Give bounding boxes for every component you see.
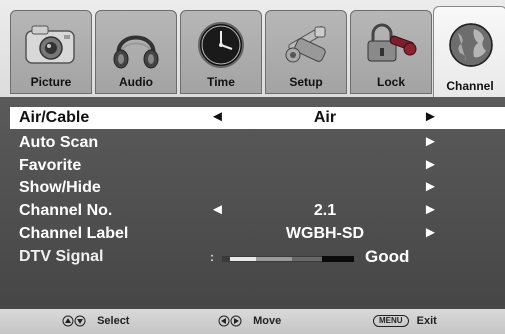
- channel-no-value: 2.1: [313, 202, 337, 219]
- right-arrow-icon[interactable]: ►: [423, 224, 438, 241]
- select-label: Select: [97, 315, 130, 327]
- move-label: Move: [253, 315, 282, 327]
- tab-label: Picture: [30, 75, 72, 89]
- menu-item-label: Show/Hide: [19, 179, 101, 196]
- camera-icon: [25, 25, 75, 64]
- tab-time[interactable]: Time: [180, 10, 262, 94]
- channel-label-value: WGBH-SD: [285, 225, 365, 242]
- menu-item-label: DTV Signal: [19, 248, 104, 265]
- tab-label: Time: [207, 75, 235, 89]
- signal-prefix: :: [210, 250, 214, 264]
- channel-menu: Air/Cable ◄ Air ► Auto Scan ► Favorite ►…: [0, 97, 505, 309]
- right-arrow-icon[interactable]: ►: [423, 133, 438, 150]
- help-move: Move: [218, 315, 281, 327]
- lock-key-icon: [367, 23, 417, 62]
- clock-icon: [198, 22, 244, 68]
- menu-item-label: Favorite: [19, 157, 82, 174]
- right-arrow-icon[interactable]: ►: [423, 156, 438, 173]
- right-arrow-icon[interactable]: ►: [423, 108, 438, 125]
- menu-key-icon: MENU: [373, 315, 409, 328]
- left-arrow-icon[interactable]: ◄: [210, 201, 225, 218]
- tab-lock[interactable]: Lock: [350, 10, 432, 94]
- menu-item-label: Channel Label: [19, 225, 129, 242]
- tab-label: Channel: [446, 79, 494, 93]
- setup-tools-icon: [285, 26, 326, 63]
- tab-label: Setup: [289, 75, 323, 89]
- help-exit: MENU Exit: [373, 315, 437, 328]
- tab-channel[interactable]: Channel: [433, 6, 505, 97]
- menu-item-label: Auto Scan: [19, 134, 99, 151]
- menu-item-channel-label[interactable]: Channel Label WGBH-SD ►: [10, 223, 505, 245]
- right-arrow-icon[interactable]: ►: [423, 178, 438, 195]
- menu-item-label: Air/Cable: [19, 109, 90, 126]
- tab-audio[interactable]: Audio: [95, 10, 177, 94]
- headphones-icon: [113, 35, 159, 69]
- menu-item-auto-scan[interactable]: Auto Scan ►: [10, 132, 505, 154]
- menu-item-air-cable[interactable]: Air/Cable ◄ Air ►: [10, 107, 505, 129]
- up-down-buttons-icon: [62, 315, 86, 327]
- menu-item-channel-no[interactable]: Channel No. ◄ 2.1 ►: [10, 200, 505, 222]
- globe-icon: [449, 23, 493, 67]
- tab-bar: Picture Audio Time Setup Lock Channel: [0, 0, 505, 97]
- signal-strength-bar: [222, 256, 354, 262]
- menu-item-label: Channel No.: [19, 202, 113, 219]
- signal-status: Good: [365, 247, 410, 266]
- left-arrow-icon[interactable]: ◄: [210, 108, 225, 125]
- menu-item-favorite[interactable]: Favorite ►: [10, 155, 505, 177]
- menu-item-show-hide[interactable]: Show/Hide ►: [10, 177, 505, 199]
- right-arrow-icon[interactable]: ►: [423, 201, 438, 218]
- help-bar: Select Move MENU Exit: [0, 309, 505, 334]
- tab-picture[interactable]: Picture: [10, 10, 92, 94]
- help-select: Select: [62, 315, 129, 327]
- tab-label: Lock: [376, 75, 405, 89]
- menu-item-dtv-signal: DTV Signal : Good: [10, 246, 505, 268]
- exit-label: Exit: [416, 315, 437, 327]
- left-right-buttons-icon: [218, 315, 242, 327]
- tab-label: Audio: [119, 75, 153, 89]
- tab-setup[interactable]: Setup: [265, 10, 347, 94]
- air-cable-value: Air: [313, 109, 337, 126]
